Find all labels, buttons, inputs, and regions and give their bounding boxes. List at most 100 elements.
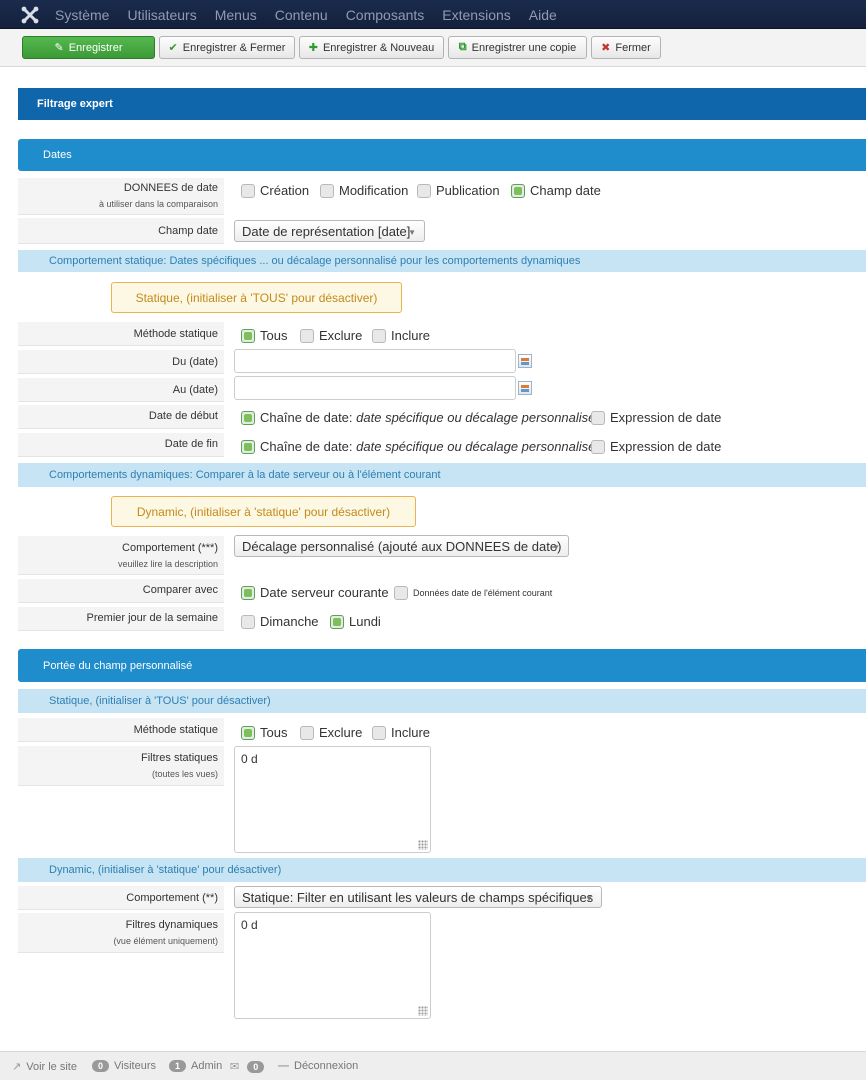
checkbox[interactable] [372,328,386,343]
option-label: Modification [339,183,409,198]
au-date-input[interactable] [234,376,516,400]
checkbox[interactable] [372,725,386,740]
messages-badge: 0 [247,1060,265,1073]
close-icon: ✖ [601,42,611,54]
save-copy-button[interactable]: ⧉ Enregistrer une copie [448,36,587,59]
menu-utilisateurs[interactable]: Utilisateurs [127,7,196,23]
checkbox[interactable] [320,183,334,198]
checkbox[interactable] [241,328,255,343]
portee-comportement-label: Comportement (**) [18,886,224,910]
premier-jour-label: Premier jour de la semaine [18,607,224,631]
du-date-input[interactable] [234,349,516,373]
voir-site-link[interactable]: ↗ Voir le site [12,1060,77,1074]
portee-option-tous[interactable]: Tous [241,725,287,740]
admin-label: Admin [191,1060,223,1072]
option-label: Chaîne de date: [260,439,353,454]
champ-date-select[interactable]: Date de représentation [date] ▼ [234,220,425,242]
option-date-serveur[interactable]: Date serveur courante [241,585,389,600]
option-label: Chaîne de date: [260,410,353,425]
visiteurs-label: Visiteurs [114,1060,156,1072]
panel-title: Filtrage expert [18,88,866,120]
resize-grip-icon[interactable] [418,1006,428,1016]
checkbox[interactable] [241,439,255,454]
menu-extensions[interactable]: Extensions [442,7,510,23]
filtres-statiques-label-text: Filtres statiques [140,752,218,764]
option-label: Date serveur courante [260,585,389,600]
checkbox[interactable] [241,614,255,629]
portee-comportement-select[interactable]: Statique: Filter en utilisant les valeur… [234,886,602,908]
filtres-dynamiques-textarea[interactable]: 0 d [234,912,431,1019]
section-portee-header[interactable]: Portée du champ personnalisé [18,649,866,682]
deconnexion-link[interactable]: — Déconnexion [278,1060,358,1072]
methode-statique-label: Méthode statique [18,322,224,346]
option-donnees-element[interactable]: Données date de l'élément courant [394,586,552,600]
calendar-icon[interactable] [518,381,532,395]
option-publication[interactable]: Publication [417,183,500,198]
checkbox[interactable] [417,183,431,198]
checkbox[interactable] [511,183,525,198]
comportement-select[interactable]: Décalage personnalisé (ajouté aux DONNEE… [234,535,569,557]
portee-comportement-label-text: Comportement (**) [126,892,218,904]
filtres-statiques-textarea[interactable]: 0 d [234,746,431,853]
calendar-icon[interactable] [518,354,532,368]
au-date-label: Au (date) [18,378,224,402]
section-dates-header[interactable]: Dates [18,139,866,171]
messages-status[interactable]: ✉ 0 [230,1060,269,1073]
save-copy-label: Enregistrer une copie [471,41,577,54]
option-debut-expression[interactable]: Expression de date [591,410,721,425]
checkbox[interactable] [241,725,255,740]
option-lundi[interactable]: Lundi [330,614,381,629]
checkbox[interactable] [241,183,255,198]
portee-option-exclure[interactable]: Exclure [300,725,362,740]
checkbox[interactable] [241,585,255,600]
dynamic-behavior-subheader: Comportements dynamiques: Comparer à la … [18,463,866,487]
du-date-label-text: Du (date) [172,356,218,368]
option-tous[interactable]: Tous [241,328,287,343]
option-champ-date[interactable]: Champ date [511,183,601,198]
checkbox[interactable] [591,439,605,454]
save-close-button[interactable]: ✔ Enregistrer & Fermer [159,36,295,59]
option-label: Lundi [349,614,381,629]
filtres-statiques-label: Filtres statiques (toutes les vues) [18,746,224,786]
portee-option-inclure[interactable]: Inclure [372,725,430,740]
menu-composants[interactable]: Composants [346,7,425,23]
menu-menus[interactable]: Menus [215,7,257,23]
option-label: Exclure [319,725,363,740]
save-close-label: Enregistrer & Fermer [182,41,286,54]
checkbox[interactable] [241,410,255,425]
option-fin-chaine[interactable]: Chaîne de date: date spécifique ou décal… [241,439,595,454]
option-creation[interactable]: Création [241,183,309,198]
checkbox[interactable] [394,586,408,600]
date-debut-label: Date de début [18,405,224,429]
save-new-button[interactable]: ✚ Enregistrer & Nouveau [299,36,444,59]
option-debut-chaine[interactable]: Chaîne de date: date spécifique ou décal… [241,410,595,425]
checkbox[interactable] [591,410,605,425]
option-label: Tous [260,725,288,740]
donnees-date-label-text: DONNEES de date [123,182,218,194]
checkbox[interactable] [300,328,314,343]
option-modification[interactable]: Modification [320,183,408,198]
option-exclure[interactable]: Exclure [300,328,362,343]
checkbox[interactable] [330,614,344,629]
methode-statique-label-text: Méthode statique [133,328,218,340]
edit-icon: ✎ [54,42,64,54]
menu-systeme[interactable]: Système [55,7,109,23]
filtres-statiques-sublabel: (toutes les vues) [151,769,218,779]
option-fin-expression[interactable]: Expression de date [591,439,721,454]
comportement-sublabel: veuillez lire la description [117,559,218,569]
close-button[interactable]: ✖ Fermer [591,36,661,59]
joomla-logo-icon[interactable] [20,5,40,25]
admin-status: 1 Admin [169,1060,222,1072]
option-dimanche[interactable]: Dimanche [241,614,319,629]
menu-contenu[interactable]: Contenu [275,7,328,23]
resize-grip-icon[interactable] [418,840,428,850]
save-button[interactable]: ✎ Enregistrer [22,36,155,59]
du-date-label: Du (date) [18,350,224,374]
option-label: Inclure [391,328,431,343]
option-label: Champ date [530,183,601,198]
menu-aide[interactable]: Aide [529,7,557,23]
option-inclure[interactable]: Inclure [372,328,430,343]
checkbox[interactable] [300,725,314,740]
dynamic-note: Dynamic, (initialiser à 'statique' pour … [111,496,416,527]
textarea-value: 0 d [241,918,258,932]
